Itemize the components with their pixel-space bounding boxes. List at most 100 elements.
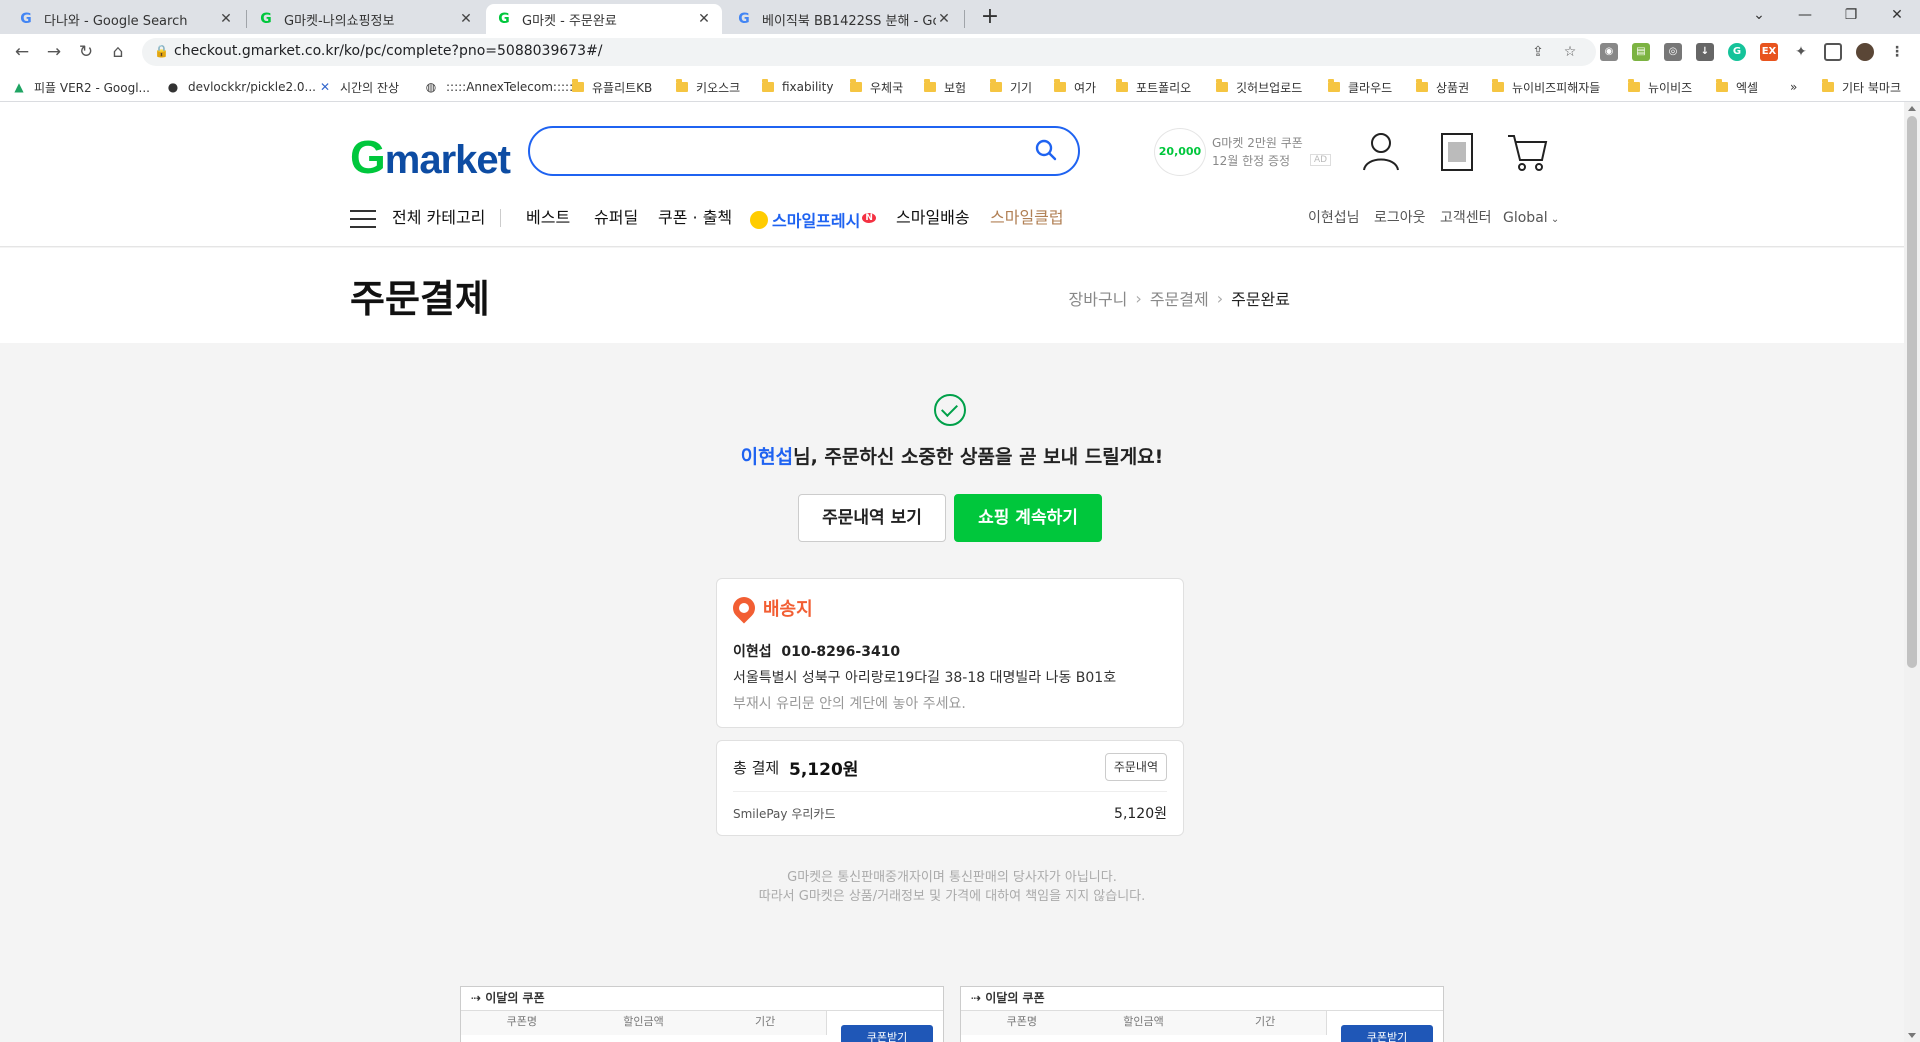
bookmark-label: »	[1790, 80, 1798, 94]
reload-icon[interactable]: ↻	[74, 40, 98, 64]
breadcrumb-item[interactable]: 주문결제	[1150, 286, 1209, 310]
get-coupon-button[interactable]: 쿠폰받기	[841, 1025, 933, 1042]
url-omnibox[interactable]: 🔒 checkout.gmarket.co.kr/ko/pc/complete?…	[142, 38, 1596, 66]
page-scrollbar[interactable]	[1904, 102, 1920, 1042]
bookmark-folder[interactable]: 뉴이비즈	[1628, 78, 1692, 96]
bookmark-folder[interactable]: 유플리트KB	[572, 78, 652, 96]
home-icon[interactable]: ⌂	[106, 40, 130, 64]
bookmark-item[interactable]: ◍:::::AnnexTelecom:::::	[424, 78, 573, 96]
order-detail-button[interactable]: 주문내역	[1104, 753, 1167, 781]
customer-name: 이현섭	[740, 446, 794, 468]
close-window-icon[interactable]: ✕	[1874, 0, 1920, 30]
get-coupon-button[interactable]: 쿠폰받기	[1341, 1025, 1433, 1042]
recent-items-icon[interactable]	[1434, 128, 1480, 174]
tab-title: G마켓-나의쇼핑정보	[284, 13, 395, 29]
bookmark-folder[interactable]: 우체국	[850, 78, 903, 96]
minimize-icon[interactable]: —	[1782, 0, 1828, 30]
bookmark-folder[interactable]: 키오스크	[676, 78, 740, 96]
coupon-promo[interactable]: G마켓 2만원 쿠폰 12월 한정 증정	[1212, 134, 1303, 170]
close-tab-icon[interactable]: ✕	[696, 11, 712, 27]
browser-tab[interactable]: G 베이직북 BB1422SS 분해 - Goo ✕	[726, 4, 962, 34]
bookmark-folder[interactable]: 상품권	[1416, 78, 1469, 96]
bookmark-label: devlockkr/pickle2.0...	[188, 80, 316, 94]
browser-tab-active[interactable]: G G마켓 - 주문완료 ✕	[486, 4, 722, 34]
more-bookmarks-button[interactable]: »	[1790, 78, 1797, 96]
extension-icon[interactable]: ▤	[1632, 43, 1650, 61]
bookmark-folder[interactable]: 깃허브업로드	[1216, 78, 1302, 96]
user-name-link[interactable]: 이현섭님	[1308, 202, 1360, 234]
close-tab-icon[interactable]: ✕	[936, 11, 952, 27]
bookmark-folder[interactable]: 기기	[990, 78, 1032, 96]
bookmark-item[interactable]: ✕ 시간의 잔상	[318, 78, 399, 96]
url-text[interactable]: checkout.gmarket.co.kr/ko/pc/complete?pn…	[174, 43, 603, 59]
nav-best[interactable]: 베스트	[526, 202, 570, 234]
browser-tab[interactable]: G G마켓-나의쇼핑정보 ✕	[248, 4, 484, 34]
gmarket-logo[interactable]: Gmarket	[350, 130, 511, 184]
folder-icon	[1416, 79, 1428, 92]
nav-all-category[interactable]: 전체 카테고리	[392, 202, 485, 234]
new-tab-icon[interactable]: +	[976, 4, 1004, 32]
extension-icon[interactable]: ◎	[1664, 43, 1682, 61]
breadcrumb-item[interactable]: 장바구니	[1069, 286, 1128, 310]
back-icon[interactable]: ←	[10, 40, 34, 64]
hamburger-menu-icon[interactable]	[350, 210, 376, 228]
scroll-up-icon[interactable]	[1908, 106, 1916, 111]
nav-coupon[interactable]: 쿠폰 · 출첵	[658, 202, 732, 234]
bookmark-star-icon[interactable]: ☆	[1562, 44, 1578, 60]
camera-extension-icon[interactable]: ◉	[1600, 43, 1618, 61]
bookmark-folder[interactable]: fixability	[762, 78, 833, 96]
other-bookmarks-folder[interactable]: 기타 북마크	[1822, 78, 1901, 96]
nav-super-deal[interactable]: 슈퍼딜	[594, 202, 638, 234]
restore-icon[interactable]: ❐	[1828, 0, 1874, 30]
lock-icon[interactable]: 🔒	[154, 44, 169, 58]
tab-search-icon[interactable]: ⌄	[1736, 0, 1782, 30]
bookmark-item[interactable]: ● devlockkr/pickle2.0...	[166, 78, 316, 96]
cart-icon[interactable]	[1504, 128, 1550, 174]
scrollbar-thumb[interactable]	[1907, 116, 1917, 668]
shipping-address: 서울특별시 성북구 아리랑로19다길 38-18 대명빌라 나동 B01호	[733, 670, 1117, 686]
coupon-title: 이달의 쿠폰	[485, 991, 545, 1005]
bookmark-folder[interactable]: 포트폴리오	[1116, 78, 1191, 96]
browser-tab-strip: G 다나와 - Google Search ✕ G G마켓-나의쇼핑정보 ✕ G…	[0, 0, 1920, 34]
folder-icon	[1822, 79, 1834, 92]
forward-icon[interactable]: →	[42, 40, 66, 64]
bookmark-folder[interactable]: 보험	[924, 78, 966, 96]
bookmark-folder[interactable]: 뉴이비즈피해자들	[1492, 78, 1600, 96]
scroll-down-icon[interactable]	[1908, 1033, 1916, 1038]
menu-kebab-icon[interactable]: ⋮	[1888, 43, 1906, 61]
bookmark-label: :::::AnnexTelecom:::::	[446, 80, 574, 94]
side-panel-icon[interactable]	[1824, 43, 1842, 61]
browser-tab[interactable]: G 다나와 - Google Search ✕	[8, 4, 244, 34]
bookmark-folder[interactable]: 클라우드	[1328, 78, 1392, 96]
close-tab-icon[interactable]: ✕	[458, 11, 474, 27]
coupon-badge[interactable]: 20,000	[1154, 128, 1206, 176]
logout-link[interactable]: 로그아웃	[1374, 202, 1426, 234]
nav-smile-club[interactable]: 스마일클럽	[990, 202, 1064, 234]
payment-method: SmilePay 우리카드	[733, 807, 836, 821]
close-tab-icon[interactable]: ✕	[218, 11, 234, 27]
global-dropdown[interactable]: Global ⌄	[1503, 202, 1559, 236]
search-input[interactable]	[528, 126, 1080, 176]
customer-center-link[interactable]: 고객센터	[1440, 202, 1492, 234]
tab-divider	[964, 10, 965, 28]
share-icon[interactable]: ⇪	[1530, 44, 1546, 60]
search-icon[interactable]	[1034, 138, 1058, 162]
nav-smile-delivery[interactable]: 스마일배송	[896, 202, 970, 234]
new-badge: N	[862, 213, 876, 223]
profile-avatar-icon[interactable]	[1856, 43, 1874, 61]
bookmark-item[interactable]: ▲ 피플 VER2 - Googl...	[12, 78, 150, 96]
logo-text: market	[384, 138, 511, 182]
bookmark-folder[interactable]: 엑셀	[1716, 78, 1758, 96]
grammarly-icon[interactable]: G	[1728, 43, 1746, 61]
download-extension-icon[interactable]: ↓	[1696, 43, 1714, 61]
coupon-title: 이달의 쿠폰	[985, 991, 1045, 1005]
puzzle-extensions-icon[interactable]: ✦	[1792, 43, 1810, 61]
bookmark-folder[interactable]: 여가	[1054, 78, 1096, 96]
my-page-user-icon[interactable]	[1358, 128, 1404, 174]
location-pin-icon	[728, 592, 760, 624]
continue-shopping-button[interactable]: 쇼핑 계속하기	[954, 494, 1102, 542]
nav-smile-fresh[interactable]: 스마일프레시 N	[750, 202, 876, 237]
view-orders-button[interactable]: 주문내역 보기	[798, 494, 946, 542]
extension-icon[interactable]: EX	[1760, 43, 1778, 61]
chevron-right-icon: ›	[1216, 288, 1224, 308]
